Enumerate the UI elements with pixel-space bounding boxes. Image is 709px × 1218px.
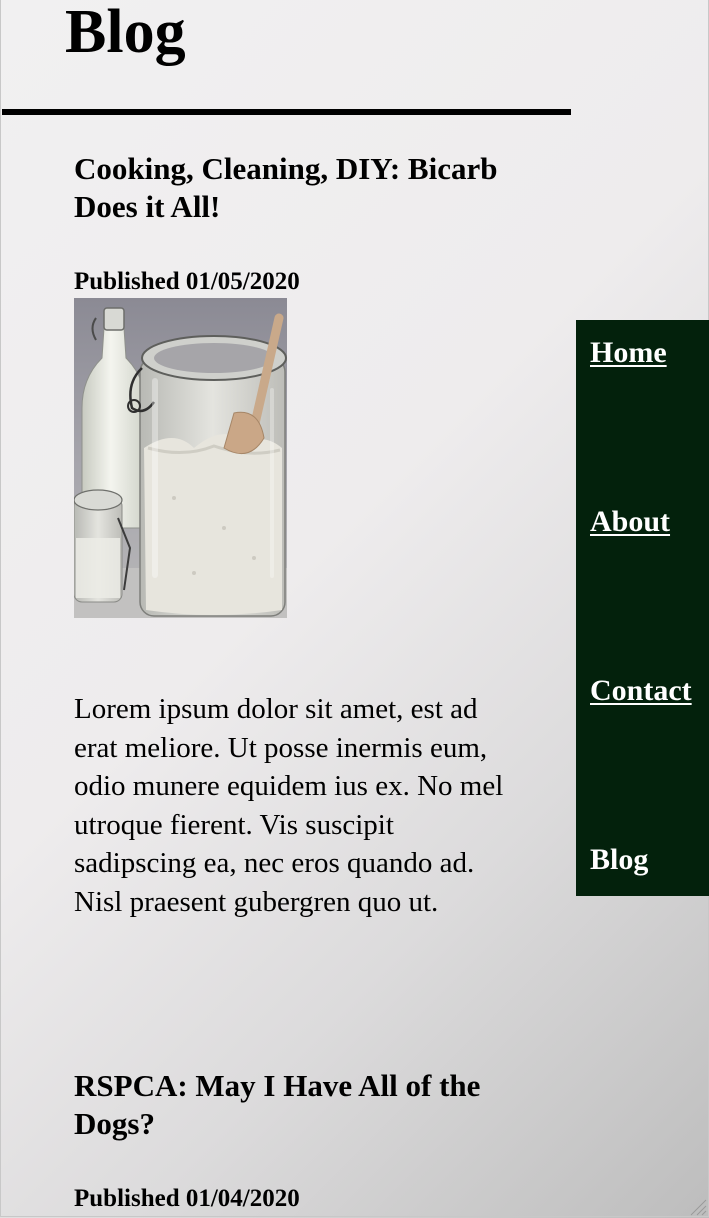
- header-divider: [2, 109, 571, 115]
- post-date: Published 01/05/2020: [74, 268, 300, 295]
- resize-grip-icon[interactable]: [687, 1196, 707, 1216]
- nav-link-about[interactable]: About: [590, 504, 670, 540]
- nav-link-contact[interactable]: Contact: [590, 673, 692, 709]
- site-nav: Home About Contact Blog: [576, 320, 709, 896]
- nav-link-home[interactable]: Home: [590, 335, 667, 371]
- post-body: Lorem ipsum dolor sit amet, est ad erat …: [74, 693, 504, 918]
- post-image: [74, 298, 287, 618]
- post-title[interactable]: Cooking, Cleaning, DIY: Bicarb Does it A…: [74, 150, 534, 226]
- post-date: Published 01/04/2020: [74, 1185, 300, 1212]
- page-title: Blog: [65, 0, 186, 66]
- post-title[interactable]: RSPCA: May I Have All of the Dogs?: [74, 1067, 534, 1143]
- nav-link-blog[interactable]: Blog: [590, 842, 648, 878]
